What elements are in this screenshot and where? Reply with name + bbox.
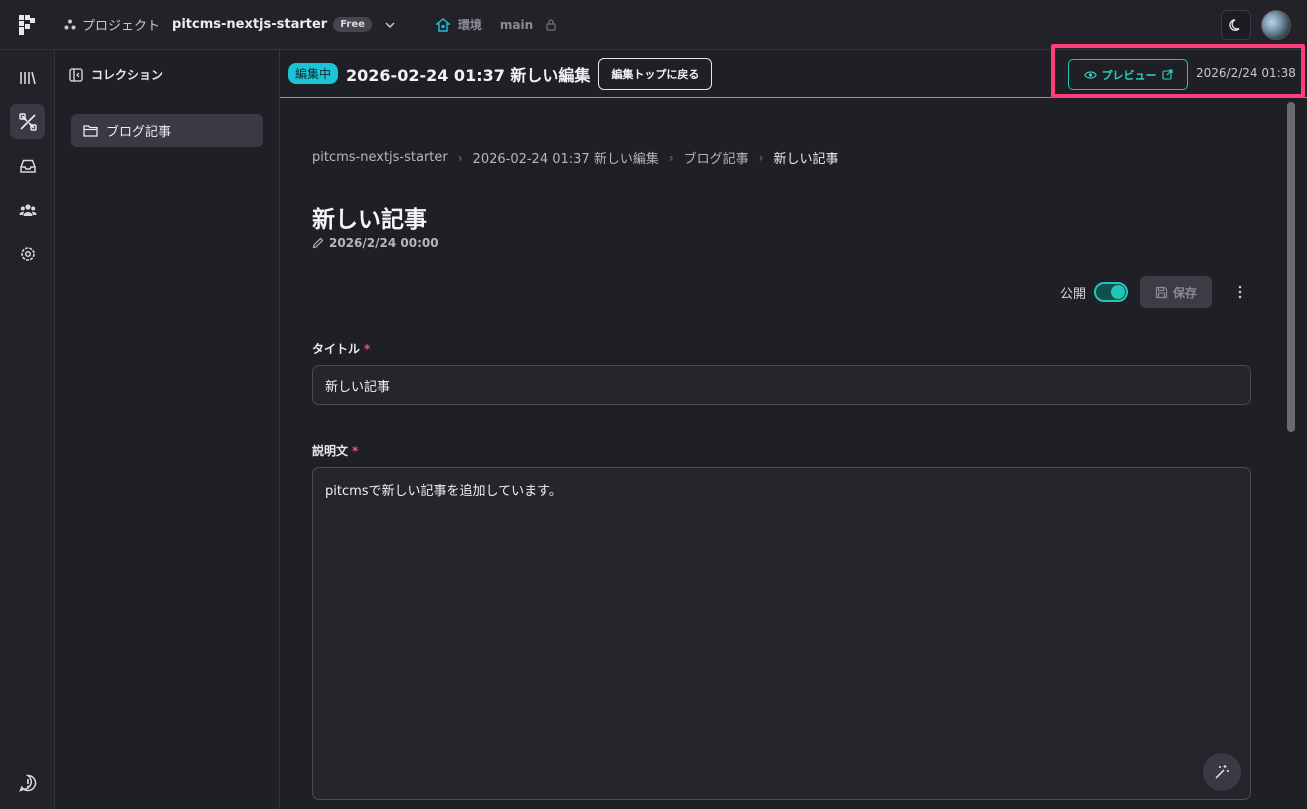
editing-status-badge: 編集中 bbox=[288, 63, 339, 84]
chevron-down-icon bbox=[385, 21, 395, 28]
required-mark: * bbox=[352, 444, 359, 458]
theme-toggle-button[interactable] bbox=[1221, 10, 1251, 40]
required-mark: * bbox=[364, 342, 371, 356]
last-saved-timestamp: 2026/2/24 01:38 bbox=[1196, 66, 1296, 80]
left-rail bbox=[0, 50, 55, 809]
more-vertical-icon bbox=[1238, 285, 1242, 299]
save-label: 保存 bbox=[1173, 285, 1198, 300]
description-field-label: 説明文 * bbox=[312, 442, 358, 459]
description-field-label-text: 説明文 bbox=[312, 444, 349, 458]
rail-item-inbox[interactable] bbox=[10, 148, 45, 183]
entry-date: 2026/2/24 00:00 bbox=[312, 236, 439, 250]
collection-item-label: ブログ記事 bbox=[106, 125, 172, 140]
collections-panel: コレクション ブログ記事 bbox=[55, 50, 280, 809]
description-textarea[interactable]: pitcmsで新しい記事を追加しています。 bbox=[312, 467, 1251, 800]
top-bar: プロジェクト pitcms-nextjs-starter Free 環境 mai… bbox=[0, 0, 1307, 50]
project-label: プロジェクト bbox=[82, 19, 161, 34]
title-input[interactable]: 新しい記事 bbox=[312, 365, 1251, 405]
breadcrumb-current: 新しい記事 bbox=[773, 152, 839, 167]
magic-wand-icon bbox=[1215, 765, 1229, 779]
breadcrumb-collection[interactable]: ブログ記事 bbox=[684, 148, 749, 167]
chevron-right-icon: › bbox=[758, 150, 764, 165]
publish-label: 公開 bbox=[1060, 286, 1087, 302]
rail-item-feedback[interactable] bbox=[10, 765, 45, 800]
rail-item-users[interactable] bbox=[10, 192, 45, 227]
plan-badge: Free bbox=[333, 17, 372, 32]
scrollbar[interactable] bbox=[1287, 102, 1295, 432]
rail-item-settings[interactable] bbox=[10, 236, 45, 271]
entry-date-value: 2026/2/24 00:00 bbox=[329, 236, 439, 250]
back-to-edit-top-button[interactable]: 編集トップに戻る bbox=[598, 57, 713, 90]
user-avatar[interactable] bbox=[1261, 10, 1291, 40]
collections-header: コレクション bbox=[55, 50, 279, 99]
tools-icon bbox=[18, 112, 37, 131]
rail-item-tools[interactable] bbox=[10, 104, 45, 139]
moon-icon bbox=[1229, 19, 1240, 31]
collections-title: コレクション bbox=[91, 68, 164, 82]
more-menu-button[interactable] bbox=[1230, 285, 1250, 299]
rail-item-library[interactable] bbox=[10, 60, 45, 95]
preview-label: プレビュー bbox=[1101, 68, 1157, 82]
title-input-value: 新しい記事 bbox=[325, 380, 391, 395]
library-icon bbox=[19, 71, 36, 84]
title-field-label-text: タイトル bbox=[312, 342, 361, 356]
description-value: pitcmsで新しい記事を追加しています。 bbox=[325, 484, 562, 499]
project-name: pitcms-nextjs-starter bbox=[172, 17, 328, 32]
environment-label: 環境 bbox=[457, 18, 482, 32]
external-link-icon bbox=[1161, 69, 1173, 80]
chevron-right-icon: › bbox=[668, 150, 674, 165]
chevron-right-icon: › bbox=[457, 150, 463, 165]
save-button[interactable]: 保存 bbox=[1140, 276, 1213, 308]
settings-icon bbox=[20, 246, 35, 261]
title-field-label: タイトル * bbox=[312, 340, 370, 357]
eye-icon bbox=[1083, 70, 1097, 79]
sidebar-collapse-icon[interactable] bbox=[69, 67, 83, 82]
environment-indicator: 環境 main bbox=[435, 16, 557, 33]
folder-icon bbox=[83, 125, 98, 137]
inbox-icon bbox=[19, 159, 36, 173]
lock-icon bbox=[546, 19, 556, 31]
preview-button[interactable]: プレビュー bbox=[1068, 59, 1188, 90]
branch-name: main bbox=[499, 17, 534, 32]
publish-toggle[interactable] bbox=[1094, 282, 1129, 302]
feedback-icon bbox=[18, 774, 36, 792]
pencil-icon bbox=[312, 237, 324, 249]
environment-icon bbox=[435, 17, 450, 32]
project-switcher[interactable]: プロジェクト pitcms-nextjs-starter Free bbox=[64, 15, 396, 34]
collection-item-blog[interactable]: ブログ記事 bbox=[71, 114, 263, 147]
edit-session-title: 2026-02-24 01:37 新しい編集 bbox=[346, 65, 591, 85]
save-icon bbox=[1155, 286, 1168, 298]
breadcrumb: pitcms-nextjs-starter › 2026-02-24 01:37… bbox=[312, 148, 838, 167]
breadcrumb-project[interactable]: pitcms-nextjs-starter bbox=[312, 150, 448, 165]
logo-icon bbox=[19, 14, 35, 35]
users-icon bbox=[18, 203, 37, 216]
ai-assist-button[interactable] bbox=[1203, 753, 1241, 791]
breadcrumb-edit-session[interactable]: 2026-02-24 01:37 新しい編集 bbox=[473, 148, 659, 167]
publish-controls: 公開 保存 bbox=[1060, 276, 1250, 308]
page-title: 新しい記事 bbox=[312, 207, 427, 233]
app-logo[interactable] bbox=[0, 0, 54, 50]
project-icon bbox=[64, 19, 76, 30]
